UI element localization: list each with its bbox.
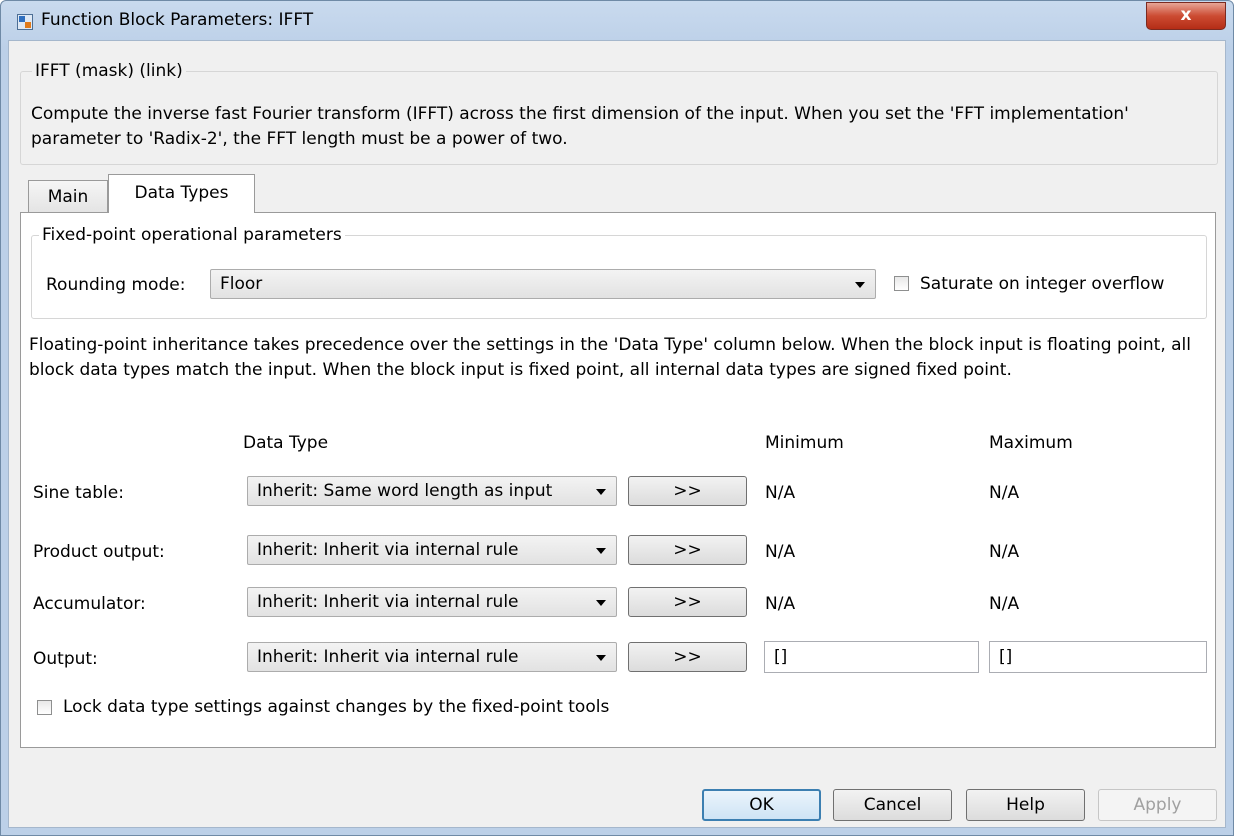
- mask-title: IFFT (mask) (link): [32, 61, 186, 81]
- chevron-down-icon: [855, 282, 865, 288]
- simulink-block-icon: [17, 14, 33, 30]
- tab-data-types[interactable]: Data Types: [108, 174, 255, 213]
- rounding-mode-value: Floor: [220, 274, 263, 294]
- output-assistant-button[interactable]: >>: [628, 642, 747, 672]
- output-data-type-select[interactable]: Inherit: Inherit via internal rule: [247, 642, 617, 672]
- product-output-minimum: N/A: [765, 542, 796, 562]
- apply-button[interactable]: Apply: [1098, 789, 1217, 821]
- accumulator-data-type-value: Inherit: Inherit via internal rule: [257, 592, 519, 612]
- sine-table-maximum: N/A: [989, 483, 1020, 503]
- chevron-down-icon: [596, 548, 606, 554]
- sine-table-assistant-button[interactable]: >>: [628, 476, 747, 506]
- product-output-maximum: N/A: [989, 542, 1020, 562]
- output-minimum-input[interactable]: []: [764, 641, 979, 673]
- row-label-product-output: Product output:: [33, 542, 165, 562]
- column-header-maximum: Maximum: [989, 433, 1073, 453]
- rounding-mode-select[interactable]: Floor: [210, 269, 876, 299]
- fixed-point-group: Rounding mode: Floor Saturate on integer…: [31, 235, 1207, 319]
- tab-main[interactable]: Main: [28, 180, 108, 212]
- output-maximum-input[interactable]: []: [989, 641, 1207, 673]
- accumulator-data-type-select[interactable]: Inherit: Inherit via internal rule: [247, 587, 617, 617]
- row-label-output: Output:: [33, 649, 98, 669]
- product-output-assistant-button[interactable]: >>: [628, 535, 747, 565]
- row-label-sine-table: Sine table:: [33, 483, 124, 503]
- help-button[interactable]: Help: [966, 789, 1085, 821]
- output-data-type-value: Inherit: Inherit via internal rule: [257, 647, 519, 667]
- sine-table-data-type-select[interactable]: Inherit: Same word length as input: [247, 476, 617, 506]
- title-bar[interactable]: Function Block Parameters: IFFT x: [1, 1, 1233, 41]
- sine-table-minimum: N/A: [765, 483, 796, 503]
- saturate-checkbox[interactable]: [894, 276, 909, 291]
- close-icon[interactable]: x: [1146, 2, 1226, 30]
- chevron-down-icon: [596, 600, 606, 606]
- mask-description-group: Compute the inverse fast Fourier transfo…: [20, 71, 1218, 165]
- saturate-label[interactable]: Saturate on integer overflow: [920, 274, 1164, 294]
- row-label-accumulator: Accumulator:: [33, 594, 146, 614]
- chevron-down-icon: [596, 489, 606, 495]
- fixed-point-group-title: Fixed-point operational parameters: [39, 225, 345, 245]
- sine-table-data-type-value: Inherit: Same word length as input: [257, 481, 553, 501]
- accumulator-assistant-button[interactable]: >>: [628, 587, 747, 617]
- chevron-down-icon: [596, 655, 606, 661]
- product-output-data-type-value: Inherit: Inherit via internal rule: [257, 540, 519, 560]
- inheritance-note: Floating-point inheritance takes precede…: [29, 335, 1192, 380]
- column-header-minimum: Minimum: [765, 433, 844, 453]
- ok-button[interactable]: OK: [702, 789, 821, 821]
- lock-data-type-checkbox[interactable]: [37, 700, 52, 715]
- data-types-panel: Rounding mode: Floor Saturate on integer…: [20, 212, 1216, 748]
- accumulator-minimum: N/A: [765, 594, 796, 614]
- product-output-data-type-select[interactable]: Inherit: Inherit via internal rule: [247, 535, 617, 565]
- mask-description: Compute the inverse fast Fourier transfo…: [31, 104, 1129, 149]
- rounding-mode-label: Rounding mode:: [46, 275, 186, 295]
- cancel-button[interactable]: Cancel: [833, 789, 952, 821]
- column-header-data-type: Data Type: [243, 433, 329, 453]
- window-title: Function Block Parameters: IFFT: [41, 10, 314, 30]
- accumulator-maximum: N/A: [989, 594, 1020, 614]
- lock-data-type-label[interactable]: Lock data type settings against changes …: [63, 697, 609, 717]
